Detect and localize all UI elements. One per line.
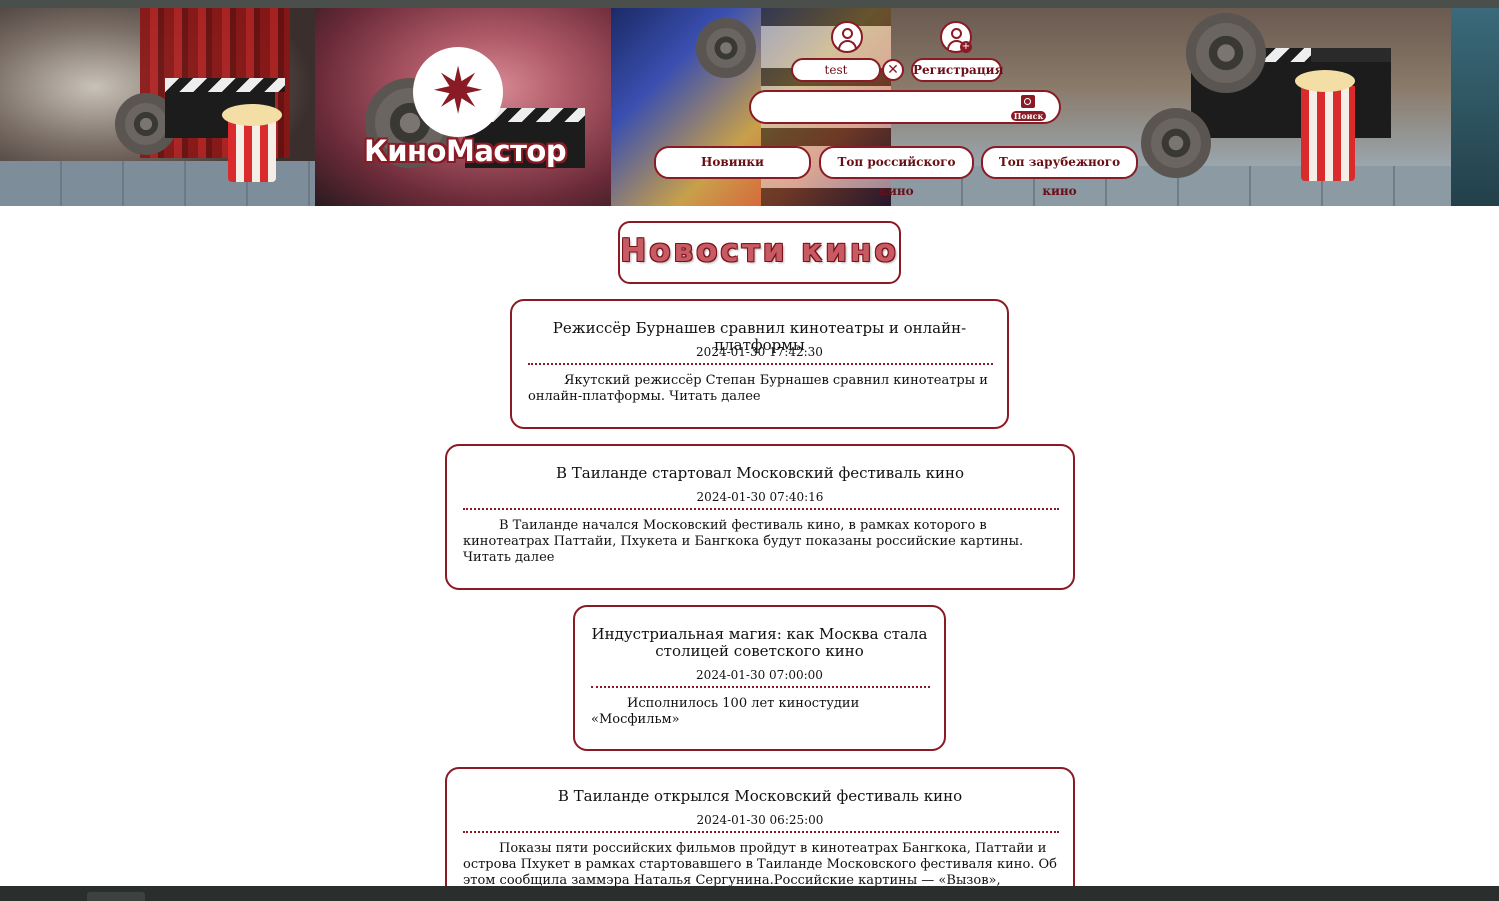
logout-icon[interactable]: ✕ bbox=[882, 59, 904, 81]
news-divider bbox=[591, 686, 930, 688]
site-logo-text[interactable]: КиноМастор bbox=[364, 134, 567, 168]
news-divider bbox=[463, 508, 1059, 510]
news-divider bbox=[463, 831, 1059, 833]
taskbar-item[interactable] bbox=[87, 892, 145, 901]
search-input[interactable] bbox=[765, 98, 1005, 118]
window-top-strip bbox=[0, 0, 1499, 8]
news-card[interactable]: В Таиланде стартовал Московский фестивал… bbox=[445, 444, 1075, 590]
news-date: 2024-01-30 17:42:30 bbox=[696, 345, 823, 359]
search-button[interactable]: Поиск bbox=[1011, 111, 1046, 121]
user-avatar-icon[interactable] bbox=[831, 21, 863, 53]
news-title[interactable]: Индустриальная магия: как Москва стала с… bbox=[589, 626, 930, 660]
register-user-icon[interactable]: + bbox=[940, 21, 972, 53]
news-excerpt-text: Исполнилось 100 лет киностудии «Мосфильм… bbox=[591, 696, 860, 727]
read-more-link[interactable]: Читать далее bbox=[463, 550, 554, 565]
news-divider bbox=[528, 363, 993, 365]
register-button[interactable]: Регистрация bbox=[911, 58, 1003, 82]
news-date: 2024-01-30 06:25:00 bbox=[696, 813, 824, 827]
news-date: 2024-01-30 07:00:00 bbox=[696, 668, 823, 682]
search-icon[interactable] bbox=[1021, 95, 1035, 108]
site-logo[interactable]: ✷ bbox=[413, 47, 503, 137]
logo-emblem-icon: ✷ bbox=[431, 55, 485, 129]
news-excerpt: В Таиланде начался Московский фестиваль … bbox=[463, 518, 1059, 566]
news-title[interactable]: В Таиланде открылся Московский фестиваль… bbox=[457, 788, 1063, 805]
news-title[interactable]: В Таиланде стартовал Московский фестивал… bbox=[457, 465, 1063, 482]
news-card[interactable]: Режиссёр Бурнашев сравнил кинотеатры и о… bbox=[510, 299, 1009, 429]
banner-image-edge bbox=[1451, 8, 1499, 206]
news-excerpt: Якутский режиссёр Степан Бурнашев сравни… bbox=[528, 373, 993, 405]
news-card[interactable]: Индустриальная магия: как Москва стала с… bbox=[573, 605, 946, 751]
username-button[interactable]: test bbox=[791, 58, 881, 82]
news-card[interactable]: В Таиланде открылся Московский фестиваль… bbox=[445, 767, 1075, 901]
page-title: Новости кино bbox=[620, 233, 899, 269]
news-date: 2024-01-30 07:40:16 bbox=[696, 490, 824, 504]
nav-top-foreign[interactable]: Топ зарубежного кино bbox=[981, 146, 1138, 198]
nav-new-releases[interactable]: Новинки bbox=[654, 146, 811, 179]
search-bar: Поиск bbox=[749, 90, 1061, 124]
read-more-link[interactable]: Читать далее bbox=[669, 389, 760, 404]
os-taskbar bbox=[0, 886, 1499, 901]
page-title-box: Новости кино bbox=[618, 221, 901, 284]
banner-image-cinema bbox=[0, 8, 315, 206]
nav-top-russian[interactable]: Топ российского кино bbox=[819, 146, 974, 198]
news-excerpt: Исполнилось 100 лет киностудии «Мосфильм… bbox=[591, 696, 891, 728]
news-excerpt-text: В Таиланде начался Московский фестиваль … bbox=[463, 518, 1024, 549]
